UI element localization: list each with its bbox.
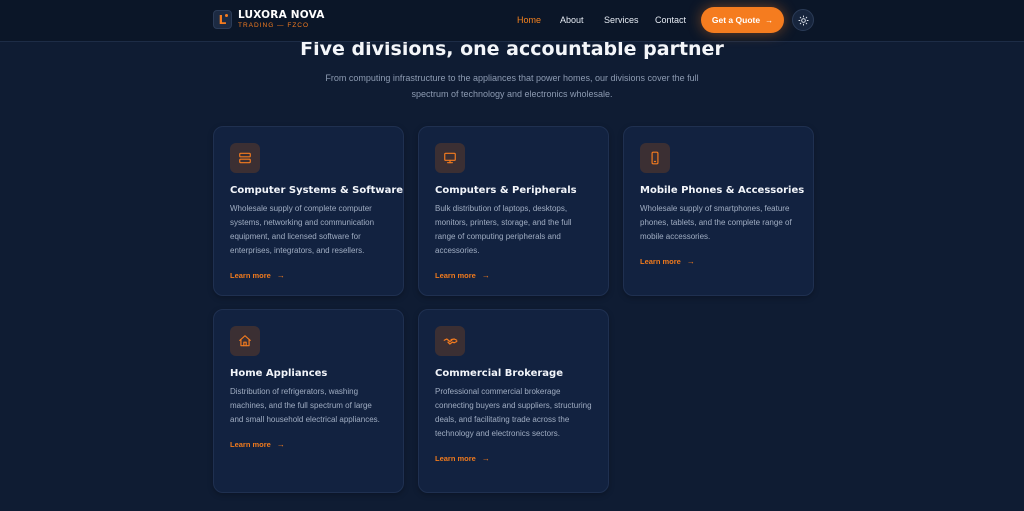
card-title: Home Appliances	[230, 368, 328, 379]
division-card-home-appliances[interactable]: Home Appliances Distribution of refriger…	[213, 309, 404, 493]
card-title: Commercial Brokerage	[435, 368, 563, 379]
card-description: Professional commercial brokerage connec…	[435, 387, 592, 438]
division-card-computer-systems[interactable]: Computer Systems & Software Wholesale su…	[213, 126, 404, 296]
learn-more-label: Learn more	[230, 440, 271, 449]
learn-more-link[interactable]: Learn more →	[230, 440, 387, 449]
card-icon-box	[230, 143, 260, 173]
card-icon-box	[640, 143, 670, 173]
card-description: Distribution of refrigerators, washing m…	[230, 387, 380, 424]
card-icon-box	[435, 326, 465, 356]
monitor-icon	[444, 152, 456, 164]
card-description: Wholesale supply of complete computer sy…	[230, 204, 375, 255]
learn-more-link[interactable]: Learn more →	[435, 454, 592, 463]
learn-more-label: Learn more	[435, 454, 476, 463]
division-card-commercial-brokerage[interactable]: Commercial Brokerage Professional commer…	[418, 309, 609, 493]
learn-more-link[interactable]: Learn more →	[230, 271, 387, 280]
arrow-right-icon: →	[765, 15, 774, 25]
top-navbar: L LUXORA NOVA TRADING — FZCO Home About …	[0, 0, 1024, 42]
server-icon	[239, 152, 251, 164]
theme-toggle-button[interactable]	[792, 9, 814, 31]
learn-more-link[interactable]: Learn more →	[640, 257, 797, 266]
learn-more-label: Learn more	[230, 271, 271, 280]
card-title: Mobile Phones & Accessories	[640, 185, 805, 196]
card-title: Computers & Peripherals	[435, 185, 577, 196]
card-title: Computer Systems & Software	[230, 185, 404, 196]
arrow-right-icon: →	[481, 271, 490, 280]
smartphone-icon	[651, 151, 659, 165]
section-subtitle: From computing infrastructure to the app…	[325, 73, 699, 99]
main-nav: Home About Services Contact	[0, 15, 1024, 27]
card-icon-box	[435, 143, 465, 173]
division-card-mobile-phones[interactable]: Mobile Phones & Accessories Wholesale su…	[623, 126, 814, 296]
card-description: Wholesale supply of smartphones, feature…	[640, 204, 792, 241]
get-quote-button[interactable]: Get a Quote →	[701, 7, 784, 33]
card-description: Bulk distribution of laptops, desktops, …	[435, 204, 572, 255]
arrow-right-icon: →	[276, 271, 285, 280]
arrow-right-icon: →	[276, 440, 285, 449]
sun-icon	[797, 14, 809, 26]
nav-home[interactable]: Home	[517, 15, 541, 25]
arrow-right-icon: →	[686, 257, 695, 266]
arrow-right-icon: →	[481, 454, 490, 463]
nav-contact[interactable]: Contact	[655, 15, 686, 25]
learn-more-link[interactable]: Learn more →	[435, 271, 592, 280]
learn-more-label: Learn more	[640, 257, 681, 266]
get-quote-label: Get a Quote	[711, 15, 761, 25]
card-icon-box	[230, 326, 260, 356]
nav-services[interactable]: Services	[604, 15, 639, 25]
nav-about[interactable]: About	[560, 15, 584, 25]
home-icon	[239, 335, 251, 347]
division-card-computers-peripherals[interactable]: Computers & Peripherals Bulk distributio…	[418, 126, 609, 296]
learn-more-label: Learn more	[435, 271, 476, 280]
handshake-icon	[443, 337, 457, 345]
